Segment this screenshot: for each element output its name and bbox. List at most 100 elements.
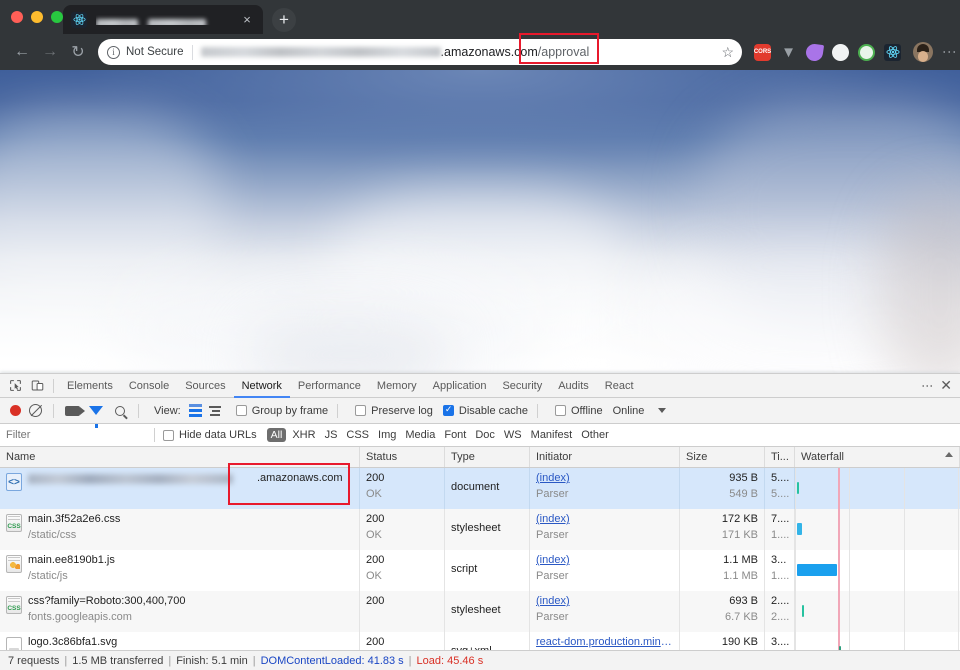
column-header-name[interactable]: Name [0, 447, 360, 467]
tab-react[interactable]: React [597, 374, 642, 398]
request-name-cell[interactable]: logo.3c86bfa1.svg/static/media [0, 632, 360, 650]
bookmark-star-icon[interactable]: ☆ [713, 44, 734, 61]
tab-memory[interactable]: Memory [369, 374, 425, 398]
device-toolbar-icon[interactable] [26, 376, 48, 396]
offline-box[interactable] [555, 405, 566, 416]
filter-type-all[interactable]: All [267, 428, 287, 442]
clear-button[interactable] [29, 404, 42, 417]
tab-application[interactable]: Application [425, 374, 495, 398]
tab-console[interactable]: Console [121, 374, 177, 398]
tab-security[interactable]: Security [494, 374, 550, 398]
request-time-cell: 5....5.... [765, 468, 795, 509]
url-text: .amazonaws.com /approval [201, 45, 714, 59]
hide-data-urls-box[interactable] [163, 430, 174, 441]
filter-type-xhr[interactable]: XHR [292, 429, 315, 441]
minimize-window-button[interactable] [31, 11, 43, 23]
close-window-button[interactable] [11, 11, 23, 23]
tab-audits[interactable]: Audits [550, 374, 597, 398]
green-circle-extension-icon[interactable] [858, 44, 875, 61]
initiator-link[interactable]: (index) [536, 513, 673, 525]
table-row[interactable]: CSScss?family=Roboto:300,400,700fonts.go… [0, 591, 960, 632]
initiator-link[interactable]: (index) [536, 595, 673, 607]
close-tab-button[interactable]: × [239, 12, 255, 28]
back-button[interactable]: ← [8, 38, 36, 66]
filter-type-ws[interactable]: WS [504, 429, 522, 441]
offline-checkbox[interactable]: Offline [555, 405, 603, 417]
request-initiator-cell[interactable]: (index)Parser [530, 468, 680, 509]
vimeo-extension-icon[interactable]: ▼ [780, 44, 797, 61]
table-row[interactable]: logo.3c86bfa1.svg/static/media200OKsvg+x… [0, 632, 960, 650]
forward-button[interactable]: → [36, 38, 64, 66]
request-domain: /static/css [28, 529, 120, 541]
react-devtools-icon[interactable] [884, 44, 901, 61]
request-name-cell[interactable]: CSScss?family=Roboto:300,400,700fonts.go… [0, 591, 360, 632]
column-header-size[interactable]: Size [680, 447, 765, 467]
table-row[interactable]: CSSmain.3f52a2e6.css/static/css200OKstyl… [0, 509, 960, 550]
filter-input[interactable] [6, 429, 146, 441]
chevron-down-icon[interactable] [658, 408, 666, 413]
cors-extension-icon[interactable]: CORS [754, 44, 771, 61]
request-initiator-cell[interactable]: (index)Parser [530, 591, 680, 632]
filter-type-manifest[interactable]: Manifest [531, 429, 573, 441]
disable-cache-box[interactable] [443, 405, 454, 416]
devtools-menu-icon[interactable]: ⋮ [919, 380, 934, 392]
view-waterfall-icon[interactable] [204, 401, 226, 421]
filter-funnel-icon[interactable] [85, 401, 107, 421]
css-file-icon: CSS [6, 596, 22, 614]
preserve-log-box[interactable] [355, 405, 366, 416]
request-name-cell[interactable]: CSSmain.3f52a2e6.css/static/css [0, 509, 360, 550]
tab-elements[interactable]: Elements [59, 374, 121, 398]
tab-performance[interactable]: Performance [290, 374, 369, 398]
column-header-waterfall[interactable]: Waterfall [795, 447, 960, 467]
reload-button[interactable]: ↻ [64, 38, 92, 66]
profile-avatar[interactable] [913, 42, 933, 62]
initiator-link[interactable]: (index) [536, 554, 673, 566]
sort-ascending-icon[interactable] [945, 452, 953, 457]
filter-type-media[interactable]: Media [405, 429, 435, 441]
purple-extension-icon[interactable] [805, 42, 824, 61]
tab-sources[interactable]: Sources [177, 374, 233, 398]
filter-type-font[interactable]: Font [444, 429, 466, 441]
table-row[interactable]: <>.amazonaws.com200OKdocument(index)Pars… [0, 468, 960, 509]
tab-network[interactable]: Network [234, 374, 290, 398]
request-initiator-cell[interactable]: (index)Parser [530, 509, 680, 550]
site-info-icon[interactable]: i [107, 46, 120, 59]
request-initiator-cell[interactable]: (index)Parser [530, 550, 680, 591]
record-button[interactable] [10, 405, 21, 416]
react-favicon-icon [71, 12, 87, 28]
new-tab-button[interactable]: + [272, 8, 296, 32]
size-sub: 1.1 MB [686, 570, 758, 582]
request-name-cell[interactable]: main.ee8190b1.js/static/js [0, 550, 360, 591]
close-devtools-icon[interactable]: ✕ [936, 377, 956, 394]
filter-type-doc[interactable]: Doc [475, 429, 495, 441]
hide-data-urls-checkbox[interactable]: Hide data URLs [163, 429, 257, 441]
browser-tab[interactable]: × [63, 5, 263, 34]
filter-type-other[interactable]: Other [581, 429, 609, 441]
request-initiator-cell[interactable]: react-dom.production.min.js...Script [530, 632, 680, 650]
initiator-link[interactable]: react-dom.production.min.js... [536, 636, 673, 648]
zoom-window-button[interactable] [51, 11, 63, 23]
inspect-element-icon[interactable] [4, 376, 26, 396]
column-header-status[interactable]: Status [360, 447, 445, 467]
column-header-initiator[interactable]: Initiator [530, 447, 680, 467]
throttling-select[interactable]: Online [613, 405, 645, 417]
request-name-cell[interactable]: <>.amazonaws.com [0, 468, 360, 509]
search-icon[interactable] [109, 401, 131, 421]
group-by-frame-checkbox[interactable]: Group by frame [236, 405, 328, 417]
filter-type-css[interactable]: CSS [346, 429, 369, 441]
column-header-type[interactable]: Type [445, 447, 530, 467]
initiator-link[interactable]: (index) [536, 472, 673, 484]
white-circle-extension-icon[interactable] [832, 44, 849, 61]
capture-screenshots-icon[interactable] [61, 401, 83, 421]
view-list-icon[interactable] [189, 404, 202, 417]
disable-cache-checkbox[interactable]: Disable cache [443, 405, 528, 417]
table-row[interactable]: main.ee8190b1.js/static/js200OKscript(in… [0, 550, 960, 591]
filter-type-img[interactable]: Img [378, 429, 396, 441]
browser-menu-icon[interactable]: ⋮ [948, 45, 952, 59]
filter-type-js[interactable]: JS [325, 429, 338, 441]
address-bar[interactable]: i Not Secure .amazonaws.com /approval ☆ [98, 39, 742, 65]
column-header-time[interactable]: Ti... [765, 447, 795, 467]
group-by-frame-box[interactable] [236, 405, 247, 416]
time-value: 2.... [771, 595, 788, 607]
preserve-log-checkbox[interactable]: Preserve log [355, 405, 433, 417]
